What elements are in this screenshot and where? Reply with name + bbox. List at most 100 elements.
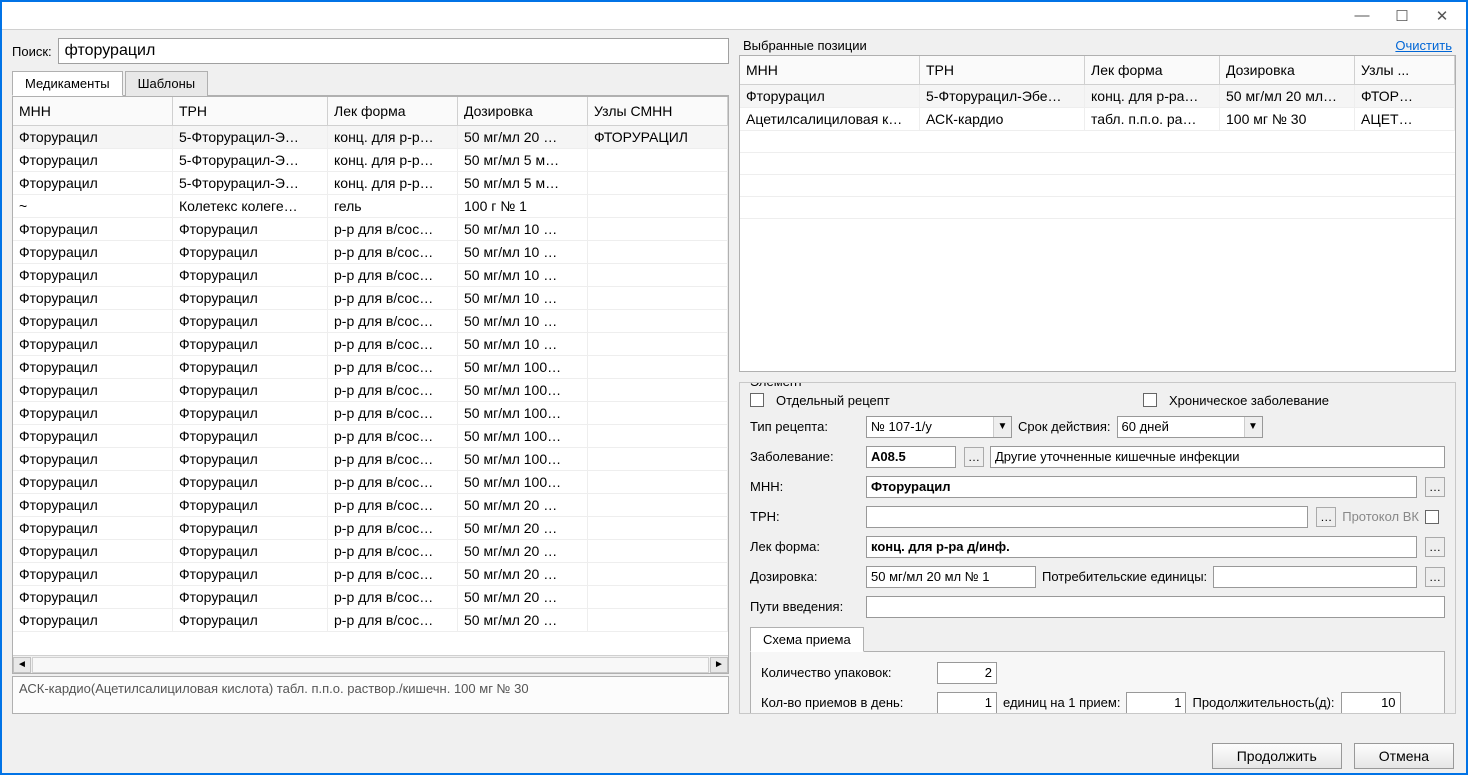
sel-col-form[interactable]: Лек форма bbox=[1085, 56, 1220, 84]
table-row[interactable]: ФторурацилФторурацилр-р для в/сос…50 мг/… bbox=[13, 218, 728, 241]
table-row[interactable]: ФторурацилФторурацилр-р для в/сос…50 мг/… bbox=[13, 448, 728, 471]
cell-mnn: Фторурацил bbox=[13, 310, 173, 332]
cell-dose: 50 мг/мл 20 … bbox=[458, 126, 588, 148]
validity-combo[interactable]: 60 дней ▼ bbox=[1117, 416, 1263, 438]
mnn-input[interactable] bbox=[866, 476, 1417, 498]
cell-trn: Фторурацил bbox=[173, 517, 328, 539]
cell-form: р-р для в/сос… bbox=[328, 333, 458, 355]
cell-nodes bbox=[588, 586, 728, 608]
form-input[interactable] bbox=[866, 536, 1417, 558]
sel-col-nodes[interactable]: Узлы ... bbox=[1355, 56, 1455, 84]
table-row[interactable]: ФторурацилФторурацилр-р для в/сос…50 мг/… bbox=[13, 310, 728, 333]
cell-mnn: Фторурацил bbox=[13, 540, 173, 562]
form-picker-button[interactable]: … bbox=[1425, 537, 1445, 557]
separate-recipe-label: Отдельный рецепт bbox=[776, 393, 890, 408]
route-input[interactable] bbox=[866, 596, 1445, 618]
consumer-units-input[interactable] bbox=[1213, 566, 1417, 588]
cell-dose: 50 мг/мл 20 … bbox=[458, 563, 588, 585]
disease-picker-button[interactable]: … bbox=[964, 447, 984, 467]
cell-mnn: Фторурацил bbox=[13, 586, 173, 608]
tab-medications[interactable]: Медикаменты bbox=[12, 71, 123, 96]
cell-form: конц. для р-р… bbox=[328, 149, 458, 171]
table-row[interactable]: ФторурацилФторурацилр-р для в/сос…50 мг/… bbox=[13, 517, 728, 540]
sel-col-dose[interactable]: Дозировка bbox=[1220, 56, 1355, 84]
table-row[interactable]: ФторурацилФторурацилр-р для в/сос…50 мг/… bbox=[13, 425, 728, 448]
cell-dose: 50 мг/мл 10 … bbox=[458, 218, 588, 240]
bottom-bar: Продолжить Отмена bbox=[1212, 743, 1454, 769]
table-row[interactable]: ФторурацилФторурацилр-р для в/сос…50 мг/… bbox=[13, 494, 728, 517]
col-nodes[interactable]: Узлы СМНН bbox=[588, 97, 728, 125]
separate-recipe-checkbox[interactable] bbox=[750, 393, 764, 407]
table-row[interactable]: Фторурацил5-Фторурацил-Эбе…конц. для р-р… bbox=[740, 85, 1455, 108]
table-row[interactable]: Ацетилсалициловая к…АСК-кардиотабл. п.п.… bbox=[740, 108, 1455, 131]
table-row[interactable]: ФторурацилФторурацилр-р для в/сос…50 мг/… bbox=[13, 333, 728, 356]
table-row[interactable]: Фторурацил5-Фторурацил-Э…конц. для р-р…5… bbox=[13, 126, 728, 149]
tab-scheme[interactable]: Схема приема bbox=[750, 627, 864, 652]
col-trn[interactable]: ТРН bbox=[173, 97, 328, 125]
cell-form: р-р для в/сос… bbox=[328, 609, 458, 631]
col-form[interactable]: Лек форма bbox=[328, 97, 458, 125]
table-row[interactable]: ~Колетекс колеге…гель100 г № 1 bbox=[13, 195, 728, 218]
tab-templates[interactable]: Шаблоны bbox=[125, 71, 209, 96]
sel-col-mnn[interactable]: МНН bbox=[740, 56, 920, 84]
table-row[interactable]: ФторурацилФторурацилр-р для в/сос…50 мг/… bbox=[13, 241, 728, 264]
scroll-right-icon[interactable]: ► bbox=[710, 657, 728, 673]
clear-link[interactable]: Очистить bbox=[1395, 38, 1452, 53]
table-row[interactable]: Фторурацил5-Фторурацил-Э…конц. для р-р…5… bbox=[13, 172, 728, 195]
table-row[interactable]: ФторурацилФторурацилр-р для в/сос…50 мг/… bbox=[13, 609, 728, 632]
trn-input[interactable] bbox=[866, 506, 1308, 528]
table-row[interactable]: ФторурацилФторурацилр-р для в/сос…50 мг/… bbox=[13, 356, 728, 379]
cell-trn: Фторурацил bbox=[173, 425, 328, 447]
cell-nodes bbox=[588, 563, 728, 585]
continue-button[interactable]: Продолжить bbox=[1212, 743, 1342, 769]
cell-nodes bbox=[588, 402, 728, 424]
cell-nodes: АЦЕТ… bbox=[1355, 108, 1455, 130]
trn-picker-button[interactable]: … bbox=[1316, 507, 1336, 527]
disease-label: Заболевание: bbox=[750, 449, 860, 464]
col-mnn[interactable]: МНН bbox=[13, 97, 173, 125]
table-row[interactable]: ФторурацилФторурацилр-р для в/сос…50 мг/… bbox=[13, 563, 728, 586]
cell-dose: 50 мг/мл 100… bbox=[458, 402, 588, 424]
disease-desc-input[interactable] bbox=[990, 446, 1445, 468]
chronic-checkbox[interactable] bbox=[1143, 393, 1157, 407]
table-row[interactable]: ФторурацилФторурацилр-р для в/сос…50 мг/… bbox=[13, 402, 728, 425]
table-row[interactable]: ФторурацилФторурацилр-р для в/сос…50 мг/… bbox=[13, 287, 728, 310]
cell-mnn: Фторурацил bbox=[13, 241, 173, 263]
table-row-empty bbox=[740, 175, 1455, 197]
table-row[interactable]: ФторурацилФторурацилр-р для в/сос…50 мг/… bbox=[13, 586, 728, 609]
scroll-left-icon[interactable]: ◄ bbox=[13, 657, 31, 673]
consumer-units-label: Потребительские единицы: bbox=[1042, 569, 1207, 584]
close-button[interactable]: ✕ bbox=[1422, 4, 1462, 28]
table-row[interactable]: ФторурацилФторурацилр-р для в/сос…50 мг/… bbox=[13, 471, 728, 494]
minimize-button[interactable]: — bbox=[1342, 4, 1382, 28]
consumer-units-picker-button[interactable]: … bbox=[1425, 567, 1445, 587]
cell-dose: 50 мг/мл 10 … bbox=[458, 333, 588, 355]
trn-label: ТРН: bbox=[750, 509, 860, 524]
table-row[interactable]: ФторурацилФторурацилр-р для в/сос…50 мг/… bbox=[13, 264, 728, 287]
mnn-picker-button[interactable]: … bbox=[1425, 477, 1445, 497]
dose-input[interactable] bbox=[866, 566, 1036, 588]
disease-code-input[interactable] bbox=[866, 446, 956, 468]
table-row[interactable]: ФторурацилФторурацилр-р для в/сос…50 мг/… bbox=[13, 540, 728, 563]
cell-mnn: Фторурацил bbox=[13, 218, 173, 240]
cell-mnn: Фторурацил bbox=[13, 471, 173, 493]
search-input[interactable] bbox=[58, 38, 729, 64]
duration-input[interactable] bbox=[1341, 692, 1401, 714]
maximize-button[interactable]: ☐ bbox=[1382, 4, 1422, 28]
cancel-button[interactable]: Отмена bbox=[1354, 743, 1454, 769]
cell-mnn: ~ bbox=[13, 195, 173, 217]
search-results-table: МНН ТРН Лек форма Дозировка Узлы СМНН Фт… bbox=[12, 96, 729, 674]
recipe-type-combo[interactable]: № 107-1/у ▼ bbox=[866, 416, 1012, 438]
horizontal-scrollbar[interactable]: ◄ ► bbox=[13, 655, 728, 673]
table-row[interactable]: Фторурацил5-Фторурацил-Э…конц. для р-р…5… bbox=[13, 149, 728, 172]
cell-mnn: Фторурацил bbox=[13, 517, 173, 539]
sel-col-trn[interactable]: ТРН bbox=[920, 56, 1085, 84]
packs-input[interactable] bbox=[937, 662, 997, 684]
units-per-take-input[interactable] bbox=[1126, 692, 1186, 714]
per-day-input[interactable] bbox=[937, 692, 997, 714]
table-row[interactable]: ФторурацилФторурацилр-р для в/сос…50 мг/… bbox=[13, 379, 728, 402]
protocol-vk-checkbox[interactable] bbox=[1425, 510, 1439, 524]
cell-trn: Фторурацил bbox=[173, 264, 328, 286]
cell-mnn: Фторурацил bbox=[13, 149, 173, 171]
col-dose[interactable]: Дозировка bbox=[458, 97, 588, 125]
